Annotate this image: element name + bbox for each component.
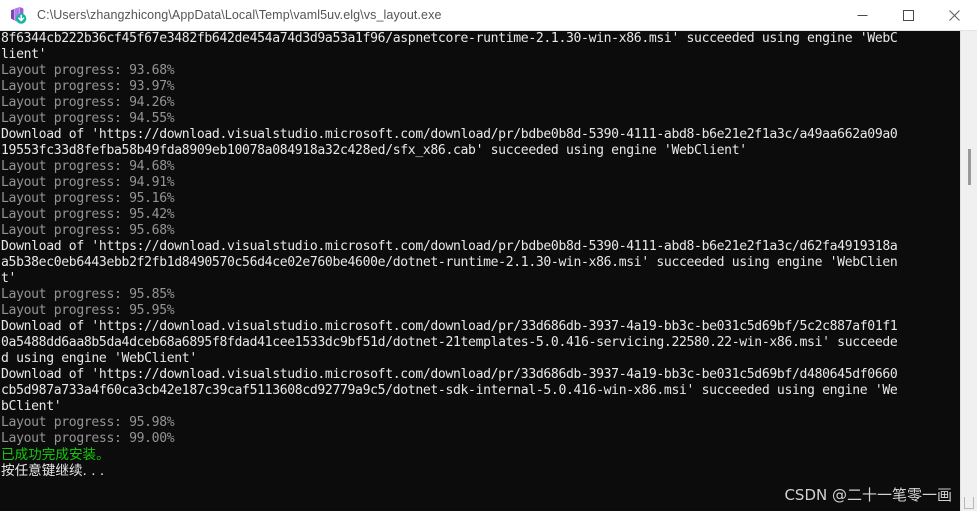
console-line: Download of 'https://download.visualstud…: [1, 319, 898, 334]
console-line: Layout progress: 95.95%: [1, 303, 175, 318]
console-line: 已成功完成安装。: [1, 447, 110, 463]
console-line: 8f6344cb222b36cf45f67e3482fb642de454a74d…: [1, 31, 898, 46]
visual-studio-installer-icon: [8, 5, 28, 25]
title-bar[interactable]: C:\Users\zhangzhicong\AppData\Local\Temp…: [0, 0, 977, 31]
console-line: 按任意键继续. . .: [1, 463, 105, 479]
vertical-scrollbar[interactable]: [960, 31, 977, 511]
console-line: 0a5488dd6aa8b5da4dceb68a6895f8fdad41cee1…: [1, 335, 898, 350]
console-window: C:\Users\zhangzhicong\AppData\Local\Temp…: [0, 0, 977, 511]
console-line: Layout progress: 99.00%: [1, 431, 175, 446]
console-line: Layout progress: 95.42%: [1, 207, 175, 222]
console-line: Download of 'https://download.visualstud…: [1, 239, 898, 254]
console-line: a5b38ec0eb6443ebb2f2fb1d8490570c56d4ce02…: [1, 255, 898, 270]
console-line: Download of 'https://download.visualstud…: [1, 367, 898, 382]
window-title: C:\Users\zhangzhicong\AppData\Local\Temp…: [37, 8, 442, 22]
console-line: d using engine 'WebClient': [1, 351, 197, 366]
console-body: 8f6344cb222b36cf45f67e3482fb642de454a74d…: [0, 31, 977, 511]
console-line: Layout progress: 95.68%: [1, 223, 175, 238]
console-line: bClient': [1, 399, 62, 414]
close-button[interactable]: [931, 0, 977, 31]
title-bar-left: C:\Users\zhangzhicong\AppData\Local\Temp…: [0, 5, 839, 25]
maximize-button[interactable]: [885, 0, 931, 31]
console-line: 19553fc33d8fefba58b49fda8909eb10078a0849…: [1, 143, 747, 158]
console-line: Layout progress: 95.16%: [1, 191, 175, 206]
console-line: Layout progress: 95.98%: [1, 415, 175, 430]
console-line: Layout progress: 94.55%: [1, 111, 175, 126]
console-line: Layout progress: 94.91%: [1, 175, 175, 190]
scrollbar-thumb[interactable]: [968, 149, 971, 185]
minimize-button[interactable]: [839, 0, 885, 31]
scrollbar-bottom-marker: [964, 497, 974, 509]
console-line: Layout progress: 93.68%: [1, 63, 175, 78]
console-line: Layout progress: 93.97%: [1, 79, 175, 94]
window-controls: [839, 0, 977, 31]
console-line: Layout progress: 94.26%: [1, 95, 175, 110]
console-line: Download of 'https://download.visualstud…: [1, 127, 898, 142]
console-line: Layout progress: 94.68%: [1, 159, 175, 174]
console-line: t': [1, 271, 17, 286]
console-line: lient': [1, 47, 47, 62]
console-line: Layout progress: 95.85%: [1, 287, 175, 302]
console-line: cb5d987a733a4f60ca3cb42e187c39caf5113608…: [1, 383, 898, 398]
console-output[interactable]: 8f6344cb222b36cf45f67e3482fb642de454a74d…: [0, 31, 960, 511]
